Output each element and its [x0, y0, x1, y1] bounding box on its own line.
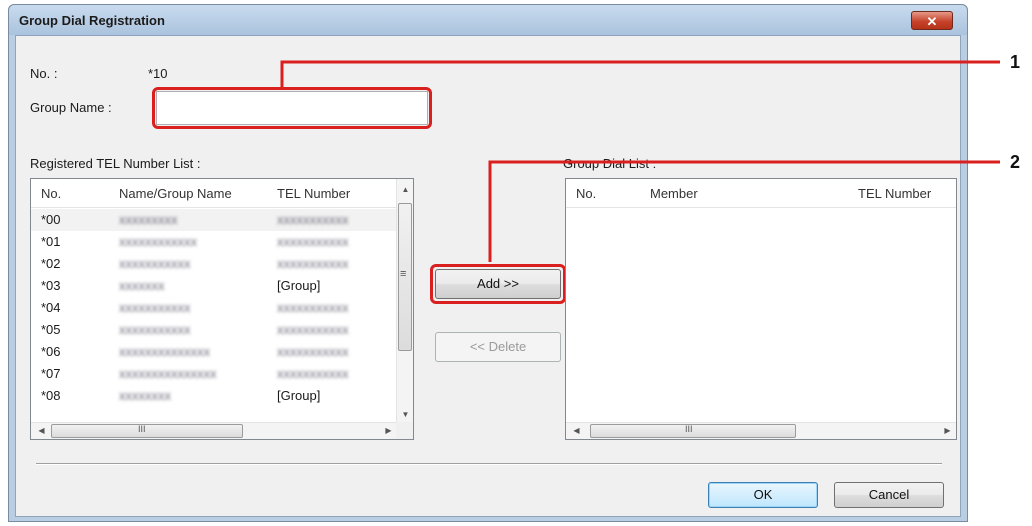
table-row[interactable]: *06 xxxxxxxxxxxxxx xxxxxxxxxxx — [31, 341, 397, 363]
cell-no: *07 — [41, 366, 61, 381]
cancel-button[interactable]: Cancel — [834, 482, 944, 508]
callout-1-highlight — [152, 87, 432, 129]
title-bar[interactable]: Group Dial Registration ✕ — [9, 5, 967, 35]
registered-list-label: Registered TEL Number List : — [30, 156, 201, 171]
column-header-tel[interactable]: TEL Number — [277, 186, 350, 201]
column-header-tel[interactable]: TEL Number — [858, 186, 931, 201]
cell-tel: xxxxxxxxxxx — [277, 300, 349, 315]
cell-tel: xxxxxxxxxxx — [277, 344, 349, 359]
cell-tel: xxxxxxxxxxx — [277, 366, 349, 381]
scrollbar-corner — [396, 422, 413, 439]
scroll-right-icon[interactable]: ▶ — [380, 426, 397, 435]
cell-tel: xxxxxxxxxxx — [277, 256, 349, 271]
cell-no: *06 — [41, 344, 61, 359]
cell-tel: [Group] — [277, 278, 321, 293]
cell-name: xxxxxxxxx — [119, 212, 178, 227]
no-value: *10 — [148, 66, 168, 81]
column-header-member[interactable]: Member — [650, 186, 698, 201]
table-row[interactable]: *03 xxxxxxx [Group] — [31, 275, 397, 297]
cell-no: *05 — [41, 322, 61, 337]
group-dial-list-header: No. Member TEL Number — [566, 179, 956, 208]
scroll-left-icon[interactable]: ◀ — [33, 426, 50, 435]
registered-list-vertical-scrollbar[interactable]: ▲ ≡ ▼ — [396, 179, 413, 423]
cell-no: *08 — [41, 388, 61, 403]
table-row[interactable]: *00 xxxxxxxxx xxxxxxxxxxx — [31, 209, 397, 231]
cell-no: *02 — [41, 256, 61, 271]
registered-list-header: No. Name/Group Name TEL Number — [31, 179, 397, 208]
hscroll-grip-icon: III — [138, 424, 146, 434]
close-button[interactable]: ✕ — [911, 11, 953, 30]
hscroll-grip-icon: III — [685, 424, 693, 434]
table-row[interactable]: *07 xxxxxxxxxxxxxxx xxxxxxxxxxx — [31, 363, 397, 385]
scroll-up-icon[interactable]: ▲ — [397, 185, 413, 194]
ok-button[interactable]: OK — [708, 482, 818, 508]
cell-no: *04 — [41, 300, 61, 315]
cell-tel: xxxxxxxxxxx — [277, 212, 349, 227]
table-row[interactable]: *02 xxxxxxxxxxx xxxxxxxxxxx — [31, 253, 397, 275]
table-row[interactable]: *05 xxxxxxxxxxx xxxxxxxxxxx — [31, 319, 397, 341]
table-row[interactable]: *01 xxxxxxxxxxxx xxxxxxxxxxx — [31, 231, 397, 253]
callout-1-number: 1 — [1010, 52, 1021, 72]
table-row[interactable]: *04 xxxxxxxxxxx xxxxxxxxxxx — [31, 297, 397, 319]
cell-name: xxxxxxx — [119, 278, 165, 293]
cell-name: xxxxxxxxxxx — [119, 322, 191, 337]
close-icon: ✕ — [926, 14, 938, 29]
cell-tel: xxxxxxxxxxx — [277, 234, 349, 249]
group-dial-list[interactable]: No. Member TEL Number ◀ III ▶ — [565, 178, 957, 440]
registered-list-horizontal-scrollbar[interactable]: ◀ III ▶ — [31, 422, 397, 439]
cell-name: xxxxxxxxxxxx — [119, 234, 197, 249]
dialog-title: Group Dial Registration — [19, 13, 165, 28]
cell-name: xxxxxxxxxxx — [119, 300, 191, 315]
callout-2-number: 2 — [1010, 152, 1021, 172]
no-label: No. : — [30, 66, 58, 81]
delete-button[interactable]: << Delete — [435, 332, 561, 362]
cell-name: xxxxxxxxxxxxxxx — [119, 366, 217, 381]
footer-separator — [36, 463, 942, 465]
table-row[interactable]: *08 xxxxxxxx [Group] — [31, 385, 397, 407]
cell-name: xxxxxxxx — [119, 388, 171, 403]
scroll-left-icon[interactable]: ◀ — [568, 426, 585, 435]
cell-name: xxxxxxxxxxx — [119, 256, 191, 271]
group-name-label: Group Name : — [30, 100, 112, 115]
scroll-down-icon[interactable]: ▼ — [397, 410, 413, 419]
cell-no: *03 — [41, 278, 61, 293]
cell-no: *01 — [41, 234, 61, 249]
cell-name: xxxxxxxxxxxxxx — [119, 344, 210, 359]
group-dial-list-hscroll-thumb[interactable]: III — [590, 424, 796, 438]
registered-tel-number-list[interactable]: No. Name/Group Name TEL Number *00 xxxxxx… — [30, 178, 414, 440]
column-header-no[interactable]: No. — [41, 186, 61, 201]
cell-tel: [Group] — [277, 388, 321, 403]
group-dial-list-label: Group Dial List : — [563, 156, 657, 171]
registered-list-vscroll-thumb[interactable]: ≡ — [398, 203, 412, 351]
cell-tel: xxxxxxxxxxx — [277, 322, 349, 337]
registered-list-hscroll-thumb[interactable]: III — [51, 424, 243, 438]
add-button[interactable]: Add >> — [435, 269, 561, 299]
vscroll-grip-icon: ≡ — [400, 268, 407, 280]
column-header-name[interactable]: Name/Group Name — [119, 186, 232, 201]
group-dial-registration-dialog: Group Dial Registration ✕ No. : *10 Grou… — [8, 4, 968, 522]
column-header-no[interactable]: No. — [576, 186, 596, 201]
cell-no: *00 — [41, 212, 61, 227]
dialog-body: No. : *10 Group Name : Registered TEL Nu… — [15, 35, 961, 517]
group-dial-list-horizontal-scrollbar[interactable]: ◀ III ▶ — [566, 422, 956, 439]
scroll-right-icon[interactable]: ▶ — [939, 426, 956, 435]
